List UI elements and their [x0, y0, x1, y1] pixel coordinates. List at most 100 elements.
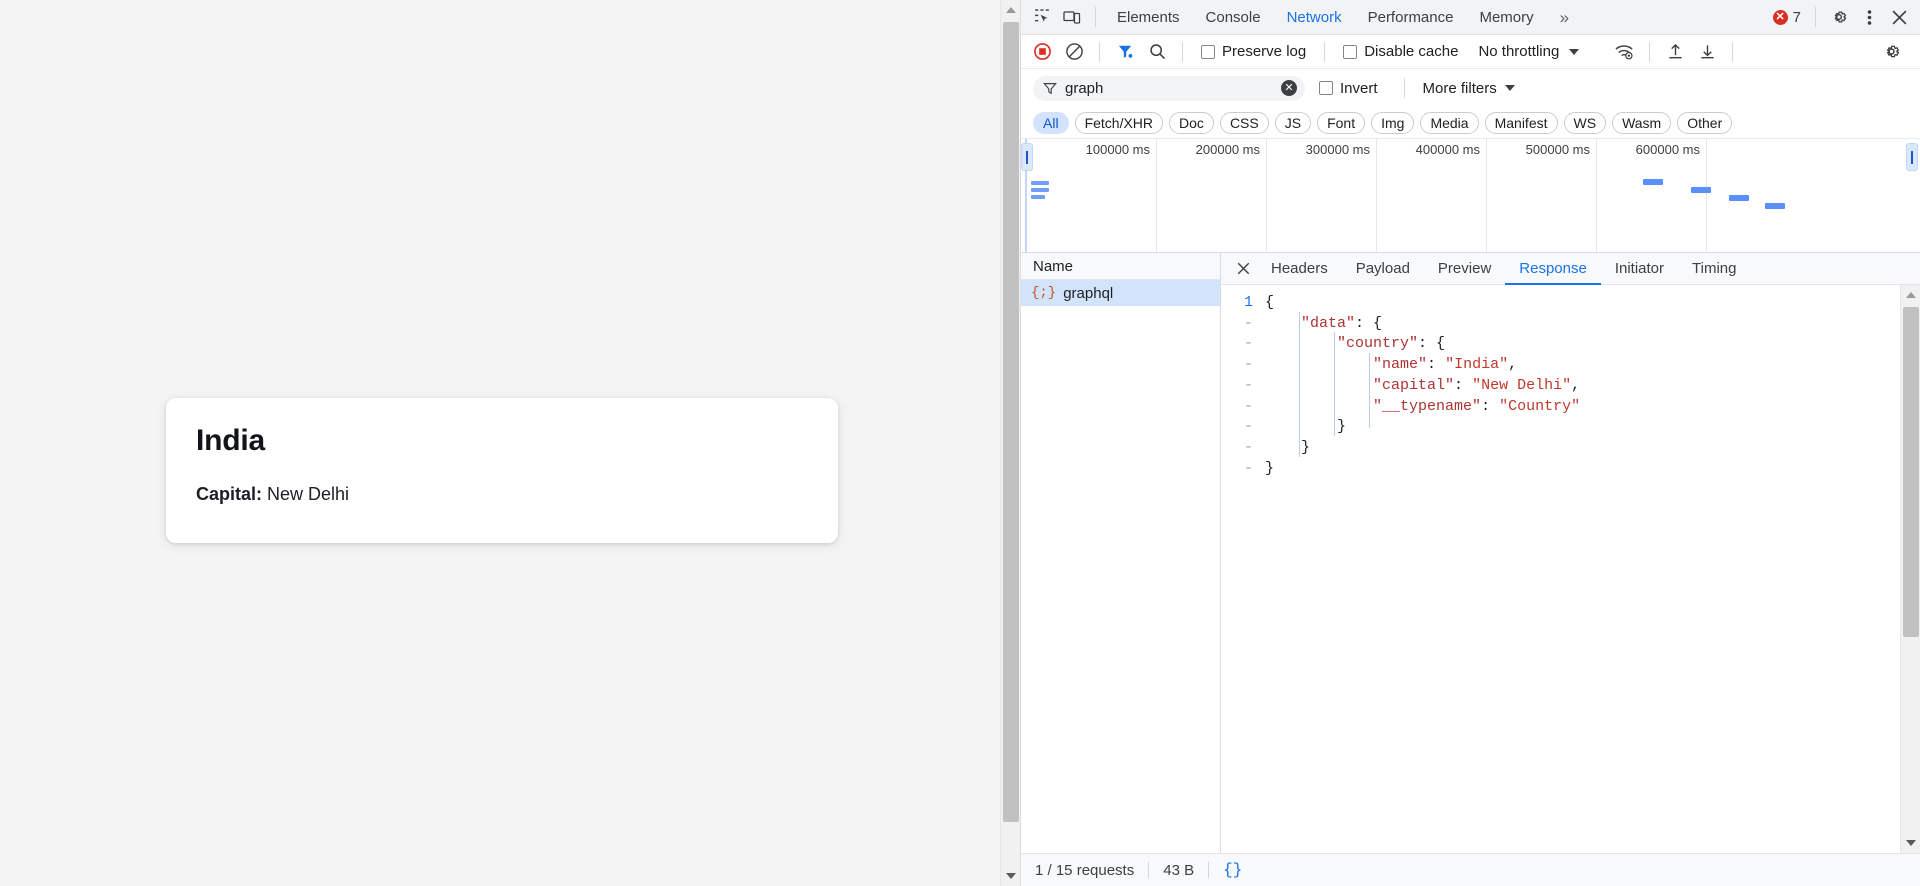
import-har-icon[interactable]: [1660, 38, 1690, 66]
overview-gridline: [1596, 139, 1597, 252]
tab-payload[interactable]: Payload: [1342, 253, 1424, 285]
code-gutter[interactable]: -: [1221, 438, 1265, 459]
tab-response[interactable]: Response: [1505, 253, 1601, 285]
invert-checkbox[interactable]: Invert: [1315, 80, 1386, 97]
chevron-down-icon: [1504, 85, 1515, 91]
network-overview-timeline[interactable]: 100000 ms 200000 ms 300000 ms 400000 ms 5000…: [1021, 139, 1920, 253]
funnel-icon: [1043, 83, 1057, 95]
tabbar-divider-2: [1815, 7, 1816, 27]
tab-performance[interactable]: Performance: [1355, 0, 1467, 35]
export-har-icon[interactable]: [1692, 38, 1722, 66]
code-text: "name": "India",: [1373, 356, 1518, 374]
code-gutter[interactable]: 1: [1221, 293, 1265, 314]
kebab-menu-icon[interactable]: [1854, 3, 1884, 31]
response-scroll-down-icon[interactable]: [1901, 833, 1920, 853]
filter-divider: [1403, 78, 1405, 98]
page-scroll-up-icon[interactable]: [1001, 0, 1021, 20]
device-toolbar-icon[interactable]: [1057, 3, 1087, 31]
filter-row: graph ✕ Invert More filters: [1021, 69, 1920, 107]
disable-cache-checkbox[interactable]: Disable cache: [1335, 43, 1466, 60]
code-gutter[interactable]: -: [1221, 417, 1265, 438]
tab-memory[interactable]: Memory: [1466, 0, 1546, 35]
requests-list: {;} graphql: [1021, 280, 1220, 853]
chip-css[interactable]: CSS: [1219, 111, 1269, 134]
chip-manifest[interactable]: Manifest: [1484, 111, 1558, 134]
page-scroll-down-icon[interactable]: [1001, 866, 1021, 886]
inspect-element-icon[interactable]: [1027, 3, 1057, 31]
throttling-select[interactable]: No throttling: [1468, 43, 1585, 60]
more-filters-dropdown[interactable]: More filters: [1423, 80, 1515, 97]
code-line: - "capital": "New Delhi",: [1221, 376, 1920, 397]
requests-column-header[interactable]: Name: [1021, 253, 1220, 280]
chip-js[interactable]: JS: [1274, 111, 1312, 134]
network-toolbar: Preserve log Disable cache No throttling: [1021, 35, 1920, 69]
response-scrollbar[interactable]: [1900, 285, 1920, 853]
chip-fetch-xhr[interactable]: Fetch/XHR: [1074, 111, 1164, 134]
response-scroll-up-icon[interactable]: [1901, 285, 1920, 305]
app-root: India Capital: New Delhi Elements Consol…: [0, 0, 1920, 886]
country-card: India Capital: New Delhi: [166, 398, 838, 543]
funnel-toggle-icon[interactable]: [1110, 38, 1140, 66]
overview-tick-label: 500000 ms: [1525, 142, 1590, 157]
response-scroll-thumb[interactable]: [1903, 307, 1919, 637]
filter-input-value: graph: [1065, 79, 1104, 97]
tab-initiator[interactable]: Initiator: [1601, 253, 1678, 285]
close-detail-icon[interactable]: [1229, 255, 1257, 283]
more-tabs-icon[interactable]: »: [1547, 0, 1582, 35]
tab-preview[interactable]: Preview: [1424, 253, 1505, 285]
filter-input[interactable]: graph ✕: [1033, 75, 1305, 101]
chip-ws[interactable]: WS: [1563, 111, 1607, 134]
code-line: - }: [1221, 438, 1920, 459]
tab-console[interactable]: Console: [1193, 0, 1274, 35]
code-gutter[interactable]: -: [1221, 397, 1265, 418]
close-icon[interactable]: [1884, 3, 1914, 31]
chip-other[interactable]: Other: [1677, 111, 1733, 134]
error-icon: ✕: [1772, 9, 1788, 25]
network-status-bar: 1 / 15 requests 43 B {}: [1021, 853, 1920, 886]
error-badge[interactable]: ✕ 7: [1767, 9, 1807, 26]
tab-headers[interactable]: Headers: [1257, 253, 1342, 285]
request-name: graphql: [1063, 284, 1114, 302]
code-text: "capital": "New Delhi",: [1373, 376, 1581, 394]
more-filters-label: More filters: [1422, 79, 1497, 97]
throttling-value: No throttling: [1478, 43, 1560, 60]
preserve-log-checkbox[interactable]: Preserve log: [1193, 43, 1314, 60]
chip-font[interactable]: Font: [1317, 111, 1366, 134]
devtools-panel: Elements Console Network Performance Mem…: [1020, 0, 1920, 886]
code-gutter[interactable]: -: [1221, 355, 1265, 376]
response-body[interactable]: 1{- "data": {- "country": {- "name": "In…: [1221, 285, 1920, 853]
code-line: -}: [1221, 459, 1920, 480]
overview-gridline: [1156, 139, 1157, 252]
wifi-settings-icon[interactable]: [1609, 38, 1639, 66]
clear-filter-icon[interactable]: ✕: [1281, 80, 1297, 96]
network-settings-icon[interactable]: [1876, 38, 1906, 66]
overview-left-handle[interactable]: [1021, 143, 1033, 171]
tab-timing[interactable]: Timing: [1678, 253, 1750, 285]
tab-elements[interactable]: Elements: [1104, 0, 1193, 35]
request-row-graphql[interactable]: {;} graphql: [1021, 280, 1220, 306]
record-stop-button[interactable]: [1027, 38, 1057, 66]
code-gutter[interactable]: -: [1221, 459, 1265, 480]
chevron-down-icon: [1569, 48, 1580, 55]
code-line: - "__typename": "Country": [1221, 397, 1920, 418]
overview-request-bar: [1765, 203, 1785, 209]
code-gutter[interactable]: -: [1221, 334, 1265, 355]
clear-button[interactable]: [1059, 38, 1089, 66]
overview-right-handle[interactable]: [1906, 143, 1918, 171]
page-scroll-thumb[interactable]: [1003, 22, 1019, 822]
chip-all[interactable]: All: [1033, 111, 1069, 134]
gear-icon[interactable]: [1824, 3, 1854, 31]
code-line: 1{: [1221, 293, 1920, 314]
chip-media[interactable]: Media: [1420, 111, 1479, 134]
page-scrollbar[interactable]: [1000, 0, 1020, 886]
code-gutter[interactable]: -: [1221, 314, 1265, 335]
pretty-print-icon[interactable]: {}: [1209, 861, 1256, 879]
code-text: }: [1301, 438, 1311, 456]
chip-wasm[interactable]: Wasm: [1612, 111, 1672, 134]
chip-doc[interactable]: Doc: [1169, 111, 1214, 134]
code-text: {: [1265, 294, 1275, 311]
tab-network[interactable]: Network: [1274, 0, 1355, 35]
search-icon[interactable]: [1142, 38, 1172, 66]
code-gutter[interactable]: -: [1221, 376, 1265, 397]
chip-img[interactable]: Img: [1371, 111, 1415, 134]
